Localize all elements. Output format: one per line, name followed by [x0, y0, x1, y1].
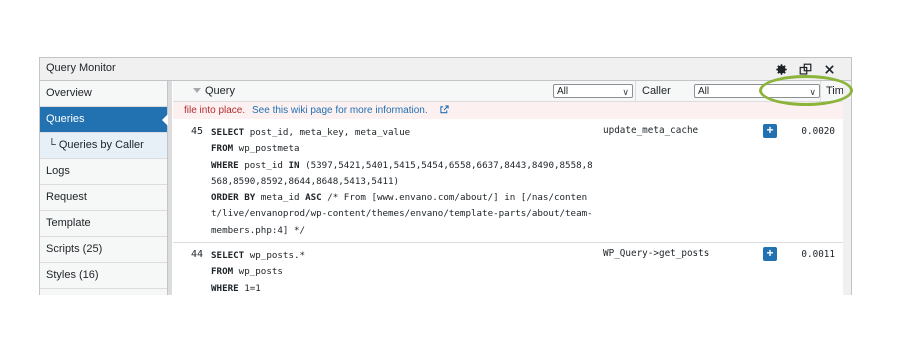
wiki-link[interactable]: See this wiki page for more information. [252, 103, 428, 118]
sort-arrow-icon[interactable] [193, 88, 201, 93]
external-link-icon[interactable] [440, 105, 449, 114]
table-header: Query All ∨ Caller All ∨ Time ▼ [173, 81, 851, 102]
caller-function: update_meta_cache [603, 125, 699, 136]
sql-line: FROM wp_posts [211, 266, 283, 278]
query-filter-select[interactable]: All ∨ [553, 84, 633, 98]
query-time: 0.0020 [801, 126, 835, 137]
sidebar-item-queries-by-caller[interactable]: └ Queries by Caller [40, 133, 167, 159]
row-number: 45 [190, 126, 203, 137]
sql-line: t/live/envanoprod/wp-content/themes/enva… [211, 208, 593, 220]
query-monitor-panel: Query Monitor Overview Queries └ Queries… [39, 57, 852, 295]
sidebar-item-overview[interactable]: Overview [40, 81, 167, 107]
column-divider [635, 81, 636, 101]
panel-title: Query Monitor [46, 62, 116, 74]
sidebar-item-template[interactable]: Template [40, 211, 167, 237]
query-time: 0.0011 [801, 249, 835, 260]
error-text: file into place. [184, 105, 246, 116]
sidebar-scrollbar[interactable] [168, 81, 172, 295]
sidebar-nav: Overview Queries └ Queries by Caller Log… [40, 81, 168, 295]
table-row: 45 SELECT post_id, meta_key, meta_value F… [173, 120, 851, 243]
sql-line: WHERE 1=1 [211, 282, 261, 294]
caller-filter-value: All [698, 86, 710, 97]
sql-line: WHERE post_id IN (5397,5421,5401,5415,54… [211, 159, 593, 171]
sql-line: FROM wp_postmeta [211, 143, 300, 155]
sql-query: SELECT wp_posts.* FROM wp_posts WHERE 1=1 [211, 248, 593, 295]
sql-line: members.php:4] */ [211, 224, 306, 236]
sql-line: ORDER BY meta_id ASC /* From [www.envano… [211, 192, 588, 204]
chevron-down-icon: ∨ [622, 87, 629, 97]
sql-query: SELECT post_id, meta_key, meta_value FROM… [211, 125, 593, 239]
highlight-circle-annotation [759, 75, 853, 106]
sql-line: SELECT post_id, meta_key, meta_value [211, 127, 411, 138]
sidebar-item-request[interactable]: Request [40, 185, 167, 211]
expand-button[interactable]: + [763, 124, 777, 138]
row-number: 44 [190, 249, 203, 260]
content-scrollbar[interactable] [843, 81, 851, 295]
query-filter-value: All [557, 86, 569, 97]
sidebar-item-styles[interactable]: Styles (16) [40, 263, 167, 289]
sql-line: 568,8590,8592,8644,8648,5413,5411) [211, 175, 400, 187]
column-header-query[interactable]: Query [205, 85, 235, 97]
panel-titlebar: Query Monitor [40, 58, 851, 81]
caller-function: WP_Query->get_posts [603, 248, 710, 259]
error-notice: file into place. See this wiki page for … [173, 102, 851, 119]
expand-button[interactable]: + [763, 247, 777, 261]
table-row: 44 SELECT wp_posts.* FROM wp_posts WHERE 1… [173, 243, 851, 295]
sidebar-item-scripts[interactable]: Scripts (25) [40, 237, 167, 263]
sql-line: SELECT wp_posts.* [211, 250, 306, 261]
queries-table: Query All ∨ Caller All ∨ Time ▼ file int… [173, 81, 851, 295]
sidebar-item-logs[interactable]: Logs [40, 159, 167, 185]
sidebar-item-queries[interactable]: Queries [40, 107, 168, 133]
column-header-caller[interactable]: Caller [642, 85, 671, 97]
